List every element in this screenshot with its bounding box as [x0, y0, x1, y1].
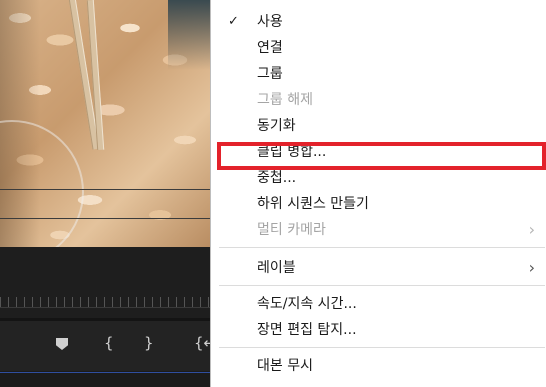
menu-item-label: 연결	[257, 40, 283, 56]
menu-item-label: 동기화	[257, 118, 296, 134]
preview-dark-corner	[168, 0, 210, 70]
menu-item-label: 중첩...	[257, 170, 297, 186]
menu-item-label: 멀티 카메라	[257, 222, 326, 238]
timeline-bottom	[0, 371, 210, 387]
menu-item-ungroup: 그룹 해제	[211, 87, 546, 113]
menu-item-label-submenu[interactable]: 레이블 ›	[211, 255, 546, 281]
menu-item-scene-edit-detection[interactable]: 장면 편집 탐지...	[211, 317, 546, 343]
safe-margin-guide	[0, 218, 210, 219]
menu-item-synchronize[interactable]: 동기화	[211, 113, 546, 139]
program-monitor-preview	[0, 0, 210, 247]
menu-item-label: 하위 시퀀스 만들기	[257, 196, 369, 212]
context-menu: ✓ 사용 연결 그룹 그룹 해제 동기화 클립 병합... 중첩... 하위 시…	[210, 0, 546, 387]
menu-item-link[interactable]: 연결	[211, 35, 546, 61]
glass-bowl-edge	[0, 120, 84, 247]
time-ruler[interactable]	[0, 297, 210, 307]
menu-separator	[219, 347, 545, 348]
mark-out-icon[interactable]: }	[144, 336, 154, 351]
menu-item-multi-camera: 멀티 카메라 ›	[211, 217, 546, 243]
menu-item-speed-duration[interactable]: 속도/지속 시간...	[211, 291, 546, 317]
menu-separator	[219, 285, 545, 286]
menu-item-ignore-script[interactable]: 대본 무시	[211, 353, 546, 379]
menu-item-enable[interactable]: ✓ 사용	[211, 9, 546, 35]
timeline-panel: { } {←	[0, 247, 216, 387]
menu-item-label: 사용	[257, 14, 283, 30]
menu-item-label: 속도/지속 시간...	[257, 296, 357, 312]
menu-item-nest[interactable]: 중첩...	[211, 165, 546, 191]
menu-separator	[219, 247, 545, 248]
menu-item-label: 레이블	[257, 260, 296, 276]
menu-item-label: 장면 편집 탐지...	[257, 322, 357, 338]
menu-item-label: 그룹	[257, 66, 283, 82]
chevron-right-icon: ›	[528, 258, 535, 277]
menu-item-make-subsequence[interactable]: 하위 시퀀스 만들기	[211, 191, 546, 217]
ruler-baseline	[0, 307, 210, 308]
menu-item-group[interactable]: 그룹	[211, 61, 546, 87]
safe-margin-guide	[0, 189, 210, 190]
menu-item-label: 그룹 해제	[257, 92, 313, 108]
mark-in-icon[interactable]: {	[104, 336, 114, 351]
menu-item-label: 대본 무시	[257, 358, 313, 374]
timeline-blue-line	[0, 372, 210, 373]
chevron-right-icon: ›	[528, 220, 535, 239]
checkmark-icon: ✓	[228, 14, 239, 29]
